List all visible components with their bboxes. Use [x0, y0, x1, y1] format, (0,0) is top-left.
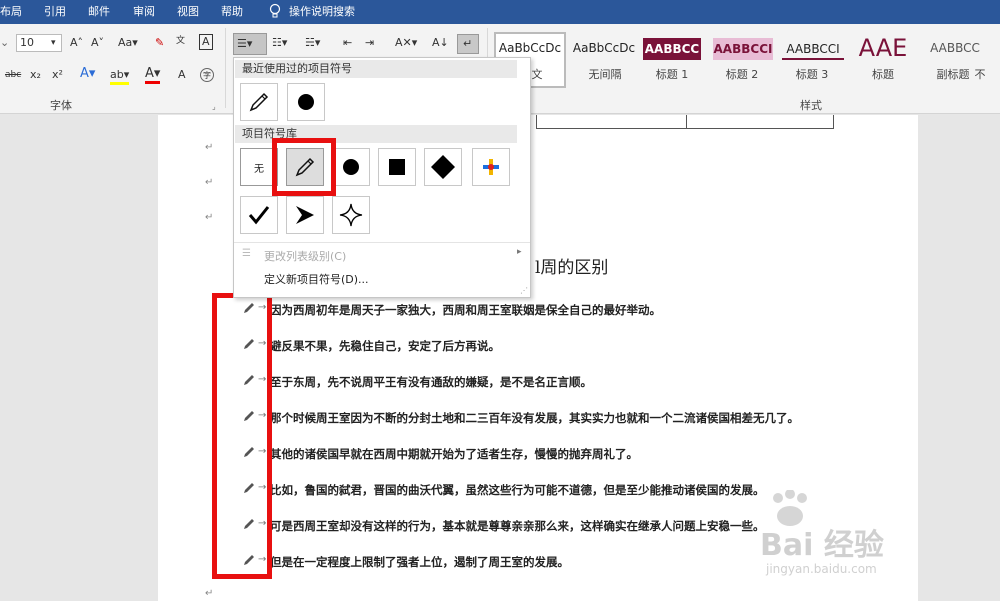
phonetic-guide-icon[interactable]: 文	[176, 34, 185, 48]
bullet-checkmark[interactable]	[240, 196, 278, 234]
list-item[interactable]: 可是西周王室却没有这样的行为，基本就是尊尊亲亲那么来，这样确实在继承人问题上安稳…	[270, 518, 765, 534]
list-item[interactable]: 至于东周，先不说周平王有没有通敌的嫌疑，是不是名正言顺。	[270, 374, 592, 390]
highlight-annotation	[212, 293, 272, 579]
lightbulb-icon	[269, 3, 281, 18]
table-fragment	[536, 115, 834, 129]
submenu-arrow-icon: ▸	[517, 247, 522, 257]
bullet-colorful-star[interactable]	[472, 148, 510, 186]
styles-group-label: 样式	[800, 99, 822, 112]
char-shading-icon[interactable]: A	[178, 68, 186, 82]
search-tell-me[interactable]: 操作说明搜索	[289, 4, 355, 20]
bullets-button[interactable]: ☰▾	[233, 33, 267, 55]
pilcrow-icon: ↵	[463, 37, 473, 50]
shrink-font-icon[interactable]: A˅	[91, 36, 104, 50]
list-item[interactable]: 那个时候周王室因为不断的分封土地和二三百年没有发展，其实实力也就和一个二流诸侯国…	[270, 410, 799, 426]
recent-bullet-pencil[interactable]	[240, 83, 278, 121]
style-preview[interactable]: AABBCCI	[782, 38, 844, 60]
show-marks-button[interactable]: ↵	[457, 34, 479, 54]
arrowhead-icon	[296, 206, 314, 224]
char-border-icon[interactable]: A	[199, 34, 213, 50]
paragraph-mark: ↵	[205, 212, 214, 223]
menu-references[interactable]: 引用	[44, 4, 66, 20]
style-preview[interactable]: AABBCC	[922, 34, 988, 62]
menu-divider	[234, 242, 530, 243]
document-heading: l周的区别	[535, 258, 609, 278]
chevron-down-icon: ▾	[51, 38, 56, 48]
menu-bar: 布局 引用 邮件 审阅 视图 帮助 操作说明搜索	[0, 0, 1000, 24]
define-new-bullet-item[interactable]: 定义新项目符号(D)...	[264, 271, 369, 287]
strikethrough-icon[interactable]: abc	[5, 68, 21, 82]
style-label: 无间隔	[588, 68, 622, 81]
group-divider	[225, 28, 226, 108]
style-label: 标题 3	[795, 68, 829, 81]
clear-format-icon[interactable]: ✎	[155, 36, 164, 50]
table-divider	[686, 115, 687, 129]
font-dialog-launcher-icon[interactable]: ⌟	[212, 100, 216, 114]
list-item[interactable]: 因为西周初年是周天子一家独大，西周和周王室联姻是保全自己的最好举动。	[270, 302, 661, 318]
none-label: 无	[254, 163, 264, 175]
filled-circle-icon	[343, 159, 359, 175]
list-item[interactable]: 避反果不果，先稳住自己，安定了后方再说。	[270, 338, 500, 354]
recent-bullets-header: 最近使用过的项目符号	[235, 60, 517, 78]
four-point-star-icon	[339, 203, 363, 227]
style-label: 不	[974, 68, 986, 81]
text-effects-icon[interactable]: A▾	[80, 67, 95, 81]
bullet-arrowhead[interactable]	[286, 196, 324, 234]
bullet-list-icon: ☰▾	[237, 37, 253, 50]
list-item[interactable]: 但是在一定程度上限制了强者上位，遏制了周王室的发展。	[270, 554, 569, 570]
menu-layout[interactable]: 布局	[0, 4, 22, 20]
multilevel-list-icon[interactable]: ☵▾	[305, 36, 320, 50]
font-size-dropdown[interactable]: 10 ▾	[16, 34, 62, 52]
font-size-value: 10	[20, 36, 34, 49]
bullet-diamond[interactable]	[424, 148, 462, 186]
highlight-icon[interactable]: ab▾	[110, 68, 130, 85]
resize-grip-icon[interactable]: ⋰	[520, 286, 528, 295]
style-preview[interactable]: AAE	[852, 34, 914, 62]
bullet-four-point-star[interactable]	[332, 196, 370, 234]
style-label: 标题 1	[655, 68, 689, 81]
watermark-url: jingyan.baidu.com	[766, 562, 877, 576]
baidu-watermark: Bai 经验 jingyan.baidu.com	[760, 490, 990, 590]
recent-bullet-circle[interactable]	[287, 83, 325, 121]
menu-review[interactable]: 审阅	[133, 4, 155, 20]
filled-circle-icon	[298, 94, 314, 110]
paragraph-mark: ↵	[205, 588, 214, 599]
list-item[interactable]: 其他的诸侯国早就在西周中期就开始为了适者生存，慢慢的抛弃周礼了。	[270, 446, 638, 462]
enclose-char-icon[interactable]: 字	[200, 68, 214, 82]
filled-square-icon	[389, 159, 405, 175]
highlight-annotation	[272, 138, 336, 196]
checkmark-icon	[248, 206, 270, 225]
bullet-circle[interactable]	[332, 148, 370, 186]
chinese-layout-icon[interactable]: A✕▾	[395, 36, 417, 50]
colorful-star-icon	[483, 159, 499, 175]
menu-help[interactable]: 帮助	[221, 4, 243, 20]
font-group-label: 字体	[50, 99, 72, 112]
font-name-dropdown[interactable]: ⌄	[0, 36, 9, 50]
style-label: 标题	[872, 68, 894, 81]
change-case-icon[interactable]: Aa▾	[118, 36, 138, 50]
menu-mailings[interactable]: 邮件	[88, 4, 110, 20]
style-preview[interactable]: AABBCC	[643, 38, 701, 60]
style-label: 标题 2	[725, 68, 759, 81]
list-level-icon: ☰	[242, 248, 251, 259]
increase-indent-icon[interactable]: ⇥	[365, 36, 374, 50]
paragraph-mark: ↵	[205, 142, 214, 153]
pencil-icon	[249, 92, 269, 112]
superscript-icon[interactable]: x²	[52, 68, 63, 82]
style-preview[interactable]: AABBCCI	[713, 38, 773, 60]
filled-diamond-icon	[431, 155, 455, 179]
style-preview[interactable]: AaBbCcDc	[570, 34, 638, 62]
numbering-icon[interactable]: ☷▾	[272, 36, 287, 50]
subscript-icon[interactable]: x₂	[30, 68, 41, 82]
change-list-level-item[interactable]: 更改列表级别(C)	[264, 248, 346, 264]
menu-view[interactable]: 视图	[177, 4, 199, 20]
list-item[interactable]: 比如，鲁国的弑君，晋国的曲沃代翼，虽然这些行为可能不道德，但是至少能推动诸侯国的…	[270, 482, 765, 498]
paragraph-mark: ↵	[205, 177, 214, 188]
sort-icon[interactable]: A↓	[432, 36, 449, 50]
decrease-indent-icon[interactable]: ⇤	[343, 36, 352, 50]
bullet-square[interactable]	[378, 148, 416, 186]
watermark-brand: Bai 经验	[760, 528, 884, 563]
grow-font-icon[interactable]: A˄	[70, 36, 83, 50]
font-color-icon[interactable]: A▾	[145, 67, 161, 84]
